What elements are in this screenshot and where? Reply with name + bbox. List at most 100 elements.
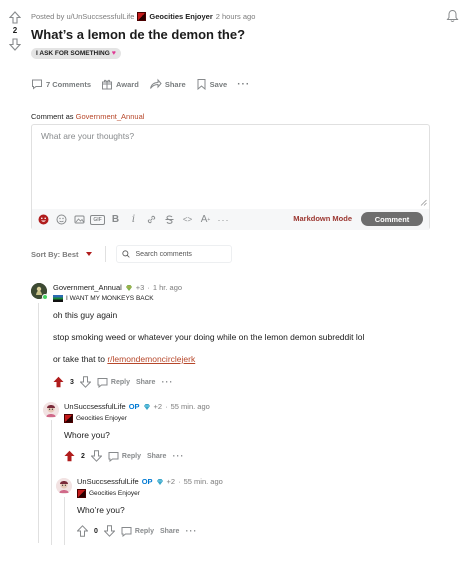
more-options-icon[interactable]: ··· [185,526,197,536]
more-options-icon[interactable]: ··· [237,79,250,90]
comment-flair-text: I WANT MY MONKEYS BACK [66,295,154,302]
downvote-icon[interactable] [103,525,115,537]
posted-by[interactable]: Posted by u/UnSuccsessfulLife [31,12,134,21]
save-label: Save [209,79,228,89]
share-button[interactable]: Share [160,528,179,535]
reddit-post-page: 2 Posted by u/UnSuccsessfulLife Geocitie… [0,0,474,584]
karma-award-icon [143,403,150,410]
sticker-icon[interactable] [55,213,68,226]
thread-line[interactable] [64,497,65,545]
search-icon [121,250,130,258]
thread-line[interactable] [51,420,52,545]
comment-as-user[interactable]: Government_Annual [76,112,145,121]
inline-code-icon[interactable]: <> [181,213,194,226]
upvote-icon[interactable] [53,376,64,388]
flair-image [77,489,86,498]
post-actions: 7 Comments Award Share Save ··· [31,78,431,90]
comment-flair: I WANT MY MONKEYS BACK [53,294,433,303]
reply-button[interactable]: Reply [97,377,130,388]
comment-header: UnSuccsessfulLife OP +2 · 55 min. ago [64,402,210,411]
post: Posted by u/UnSuccsessfulLife Geocities … [31,10,431,90]
reply-label: Reply [110,378,130,386]
heart-icon: ♥ [111,50,116,57]
upvote-icon[interactable] [8,10,22,24]
comment-points: +2 [166,477,176,486]
more-formatting-icon[interactable]: ··· [217,213,230,226]
avatar[interactable] [56,478,72,494]
comment-time: 55 min. ago [170,402,210,411]
online-indicator [42,294,48,300]
emoji-icon[interactable] [37,213,50,226]
comment-author[interactable]: UnSuccsessfulLife [64,402,126,411]
comment-icon [32,79,42,90]
comment-paragraph: Whore you? [64,430,110,440]
comment-editor: GIF B i <> A+ ··· Markdown Mode Comment [31,124,430,230]
comment-score: 3 [70,378,74,386]
comment-text: or take that to [53,354,108,364]
comment-paragraph: Who’re you? [77,505,125,515]
upvote-icon[interactable] [77,525,88,537]
flair-image [53,295,63,302]
reply-label: Reply [121,452,141,460]
markdown-mode-button[interactable]: Markdown Mode [293,214,352,223]
gif-label: GIF [90,214,105,225]
comments-label: 7 Comments [46,79,92,89]
post-vote-column: 2 [6,10,24,51]
comment-flair: Geocities Enjoyer [77,489,437,498]
thread-line[interactable] [38,303,39,543]
downvote-icon[interactable] [79,376,91,388]
reply-button[interactable]: Reply [108,451,141,462]
comment-body: oh this guy again stop smoking weed or w… [53,309,433,365]
post-flair[interactable]: I ASK FOR SOMETHING ♥ [31,48,121,59]
comment: Government_Annual +3 · 1 hr. ago I WANT … [53,282,433,389]
karma-award-icon [156,478,163,485]
chevron-down-icon [85,252,92,256]
comment-header: UnSuccsessfulLife OP +2 · 55 min. ago [77,477,223,486]
comment-author[interactable]: UnSuccsessfulLife [77,477,139,486]
editor-toolbar: GIF B i <> A + ··· Markdown Mode Comment [32,209,429,230]
upvote-icon[interactable] [64,450,75,462]
search-comments-input[interactable] [135,250,226,258]
downvote-icon[interactable] [90,450,102,462]
comment-points: +2 [153,402,163,411]
comments-button[interactable]: 7 Comments [31,78,91,90]
post-meta: Posted by u/UnSuccsessfulLife Geocities … [31,10,431,22]
bell-icon[interactable] [446,9,460,23]
italic-icon[interactable]: i [127,213,140,226]
search-comments[interactable] [115,245,232,263]
image-icon[interactable] [73,213,86,226]
comment-textarea[interactable] [32,125,429,207]
comment: UnSuccsessfulLife OP +2 · 55 min. ago Ge… [64,401,434,463]
reply-label: Reply [134,527,154,535]
resize-handle-icon[interactable] [420,199,427,206]
comment-score: 0 [94,527,98,535]
strikethrough-icon[interactable] [163,213,176,226]
author-flair: Geocities Enjoyer [149,11,213,21]
save-button[interactable]: Save [196,78,228,90]
comment-submit-button[interactable]: Comment [361,212,423,226]
superscript-icon[interactable]: A + [199,213,212,226]
op-badge: OP [128,402,140,411]
comment-flair: Geocities Enjoyer [64,414,434,423]
subreddit-link[interactable]: r/lemondemoncirclejerk [107,354,195,364]
reply-button[interactable]: Reply [121,526,154,537]
more-options-icon[interactable]: ··· [161,377,173,387]
bold-icon[interactable]: B [109,213,122,226]
comment: UnSuccsessfulLife OP +2 · 55 min. ago Ge… [77,476,437,538]
comment-flair-text: Geocities Enjoyer [76,415,127,422]
comment-author[interactable]: Government_Annual [53,283,122,292]
sort-dropdown[interactable]: Sort By: Best [31,250,92,259]
share-button[interactable]: Share [149,78,186,90]
bookmark-icon [197,79,206,90]
op-badge: OP [141,477,153,486]
post-score: 2 [12,26,18,35]
avatar[interactable] [43,402,59,418]
share-button[interactable]: Share [147,453,166,460]
more-options-icon[interactable]: ··· [172,451,184,461]
gif-icon[interactable]: GIF [90,213,105,226]
award-button[interactable]: Award [101,78,139,90]
share-button[interactable]: Share [136,379,155,386]
link-icon[interactable] [145,213,158,226]
downvote-icon[interactable] [8,37,22,51]
comment-icon [121,526,132,537]
